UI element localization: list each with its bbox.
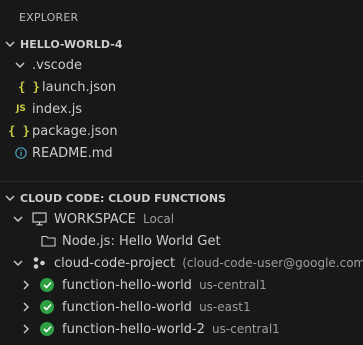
status-success-icon [40,296,54,318]
cloud-project-node[interactable]: cloud-code-project (cloud-code-user@goog… [0,252,363,274]
function-name: function-hello-world-2 [62,321,205,337]
tree-item-label: .vscode [32,57,82,73]
workspace-label: WORKSPACE [54,211,136,227]
section-divider [0,181,363,182]
chevron-right-icon [18,277,34,293]
cloud-project-label: cloud-code-project [54,255,176,271]
function-name: function-hello-world [62,277,192,293]
status-success-icon [40,318,54,340]
chevron-down-icon [2,36,18,52]
tree-item-label: package.json [32,123,118,139]
project-name: HELLO-WORLD-4 [20,37,123,51]
chevron-down-icon [2,190,18,206]
workspace-node[interactable]: WORKSPACE Local [0,208,363,230]
function-region: us-central1 [212,321,280,336]
json-icon: { } [18,80,40,94]
cloud-project-account: (cloud-code-user@google.com) [182,255,363,270]
cloud-functions-section-title: CLOUD CODE: CLOUD FUNCTIONS [20,191,226,205]
function-label-group: function-hello-world us-central1 [62,278,267,293]
workspace-label-group: WORKSPACE Local [54,212,174,227]
cloud-functions-section-header[interactable]: CLOUD CODE: CLOUD FUNCTIONS [0,187,363,209]
json-icon: { } [8,124,30,138]
status-success-icon [40,274,54,296]
monitor-icon [31,208,47,230]
function-region: us-central1 [199,277,267,292]
project-section-header[interactable]: HELLO-WORLD-4 [0,33,363,55]
javascript-icon: JS [16,104,26,114]
function-label-group: function-hello-world us-east1 [62,300,251,315]
workspace-description: Local [143,211,175,226]
workspace-function-label: Node.js: Hello World Get [62,233,221,249]
chevron-down-icon [12,57,28,73]
tree-item-launch-json[interactable]: { } launch.json [0,76,363,98]
cloud-project-label-group: cloud-code-project (cloud-code-user@goog… [54,256,363,271]
function-row[interactable]: function-hello-world-2 us-central1 [0,318,363,340]
chevron-right-icon [18,321,34,337]
tree-item-readme[interactable]: README.md [0,142,363,164]
project-nodes-icon [31,252,47,274]
tree-item-vscode[interactable]: .vscode [0,54,363,76]
function-name: function-hello-world [62,299,192,315]
tree-item-label: index.js [32,101,83,117]
tree-item-label: launch.json [42,79,117,95]
tree-item-package-json[interactable]: { } package.json [0,120,363,142]
function-row[interactable]: function-hello-world us-east1 [0,296,363,318]
chevron-right-icon [18,299,34,315]
info-icon [14,142,28,164]
chevron-down-icon [10,255,26,271]
function-label-group: function-hello-world-2 us-central1 [62,322,280,337]
tree-item-label: README.md [32,145,113,161]
function-row[interactable]: function-hello-world us-central1 [0,274,363,296]
function-region: us-east1 [199,299,251,314]
explorer-title: EXPLORER [19,11,79,24]
workspace-function-item[interactable]: Node.js: Hello World Get [0,230,363,252]
folder-icon [40,230,56,252]
chevron-down-icon [10,211,26,227]
tree-item-index-js[interactable]: JS index.js [0,98,363,120]
